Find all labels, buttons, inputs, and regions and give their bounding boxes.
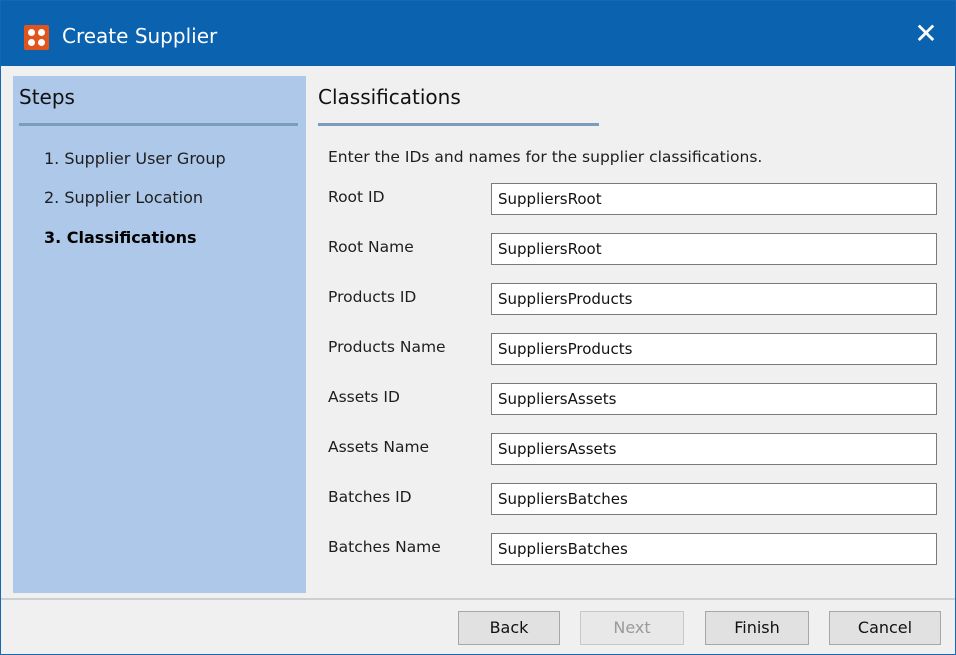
instructions-text: Enter the IDs and names for the supplier… [328, 148, 763, 166]
root-name-label: Root Name [328, 238, 414, 256]
step-supplier-user-group: 1. Supplier User Group [44, 149, 226, 168]
batches-name-field[interactable] [491, 533, 937, 565]
assets-id-label: Assets ID [328, 388, 400, 406]
assets-name-label: Assets Name [328, 438, 430, 456]
page-title: Classifications [318, 85, 461, 109]
app-logo-icon [24, 25, 49, 50]
assets-name-field[interactable] [491, 433, 937, 465]
close-icon[interactable]: ✕ [911, 17, 941, 51]
back-button[interactable]: Back [458, 611, 560, 645]
footer-divider [1, 598, 955, 600]
steps-panel: Steps 1. Supplier User Group 2. Supplier… [13, 76, 306, 593]
products-name-field[interactable] [491, 333, 937, 365]
batches-name-label: Batches Name [328, 538, 441, 556]
step-supplier-location: 2. Supplier Location [44, 188, 204, 207]
root-id-field[interactable] [491, 183, 937, 215]
products-name-label: Products Name [328, 338, 446, 356]
products-id-field[interactable] [491, 283, 937, 315]
finish-button[interactable]: Finish [705, 611, 809, 645]
products-id-label: Products ID [328, 288, 417, 306]
steps-divider [19, 123, 298, 126]
batches-id-label: Batches ID [328, 488, 412, 506]
steps-title: Steps [19, 85, 75, 109]
assets-id-field[interactable] [491, 383, 937, 415]
cancel-button[interactable]: Cancel [829, 611, 941, 645]
title-divider [318, 123, 599, 126]
root-id-label: Root ID [328, 188, 385, 206]
title-bar: Create Supplier ✕ [1, 1, 955, 66]
window-title: Create Supplier [62, 24, 218, 48]
step-classifications: 3. Classifications [44, 228, 197, 247]
batches-id-field[interactable] [491, 483, 937, 515]
next-button[interactable]: Next [580, 611, 684, 645]
root-name-field[interactable] [491, 233, 937, 265]
content-panel: Classifications Enter the IDs and names … [306, 76, 955, 593]
create-supplier-dialog: Create Supplier ✕ Steps 1. Supplier User… [0, 0, 956, 655]
